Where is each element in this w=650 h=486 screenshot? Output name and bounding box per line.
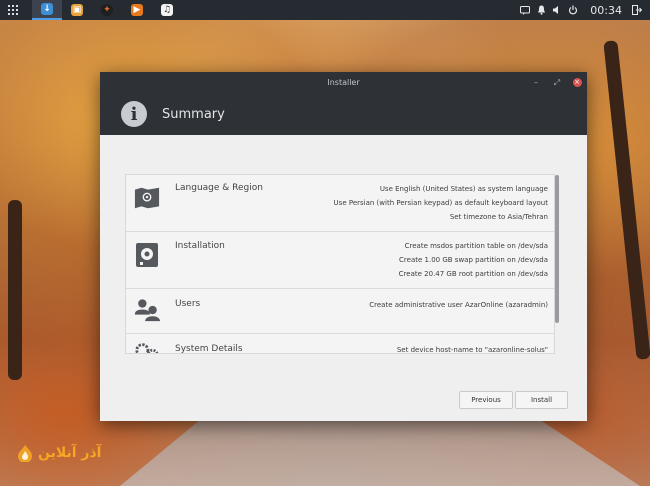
app-menu-button[interactable] — [0, 0, 26, 20]
summary-row-system-details: System Details Set device host-name to "… — [126, 334, 554, 354]
task-installer[interactable]: ↓ — [32, 0, 62, 20]
summary-row-users: Users Create administrative user AzarOnl… — [126, 289, 554, 334]
notification-icon[interactable] — [520, 5, 531, 15]
window-title: Installer — [327, 78, 360, 87]
close-icon: × — [572, 78, 582, 87]
maximize-icon[interactable]: ⤢ — [552, 72, 562, 93]
close-button[interactable]: × — [572, 72, 582, 93]
summary-row-language-region: Language & Region Use English (United St… — [126, 175, 554, 232]
logout-icon[interactable] — [632, 5, 642, 15]
detail-line: Create administrative user AzarOnline (a… — [369, 301, 548, 309]
previous-button[interactable]: Previous — [459, 391, 513, 409]
users-icon — [134, 297, 160, 323]
task-music[interactable]: ♫ — [152, 0, 182, 20]
page-header: i Summary — [100, 93, 587, 135]
installer-window: Installer – ⤢ × i Summary Language & Reg… — [100, 72, 587, 421]
task-browser[interactable]: ✦ — [92, 0, 122, 20]
info-icon: i — [121, 101, 147, 127]
detail-line: Use Persian (with Persian keypad) as def… — [333, 199, 548, 207]
disk-icon — [134, 242, 160, 268]
detail-line: Create 20.47 GB root partition on /dev/s… — [398, 270, 548, 278]
detail-line: Use English (United States) as system la… — [379, 185, 548, 193]
row-details: Set device host-name to "azaronline-solu… — [396, 343, 548, 354]
grid-menu-icon — [8, 5, 18, 15]
system-tray: 00:34 — [520, 4, 650, 17]
gears-icon — [134, 340, 160, 353]
download-icon: ↓ — [41, 3, 53, 15]
task-media-player[interactable]: ▶ — [122, 0, 152, 20]
row-label: Installation — [175, 241, 225, 251]
detail-line: Set device host-name to "azaronline-solu… — [396, 346, 548, 354]
summary-row-installation: Installation Create msdos partition tabl… — [126, 232, 554, 289]
tree-trunk-right — [603, 40, 650, 360]
install-button[interactable]: Install — [515, 391, 568, 409]
volume-icon[interactable] — [552, 5, 562, 15]
panel-clock[interactable]: 00:34 — [590, 4, 622, 17]
page-title: Summary — [162, 106, 225, 122]
watermark-text: آذر آنلاین — [38, 445, 102, 461]
row-label: Users — [175, 299, 201, 309]
window-titlebar[interactable]: Installer – ⤢ × — [100, 72, 587, 93]
power-icon[interactable] — [568, 5, 578, 15]
row-details: Create msdos partition table on /dev/sda… — [399, 239, 548, 281]
row-label: Language & Region — [175, 183, 263, 193]
bell-icon[interactable] — [536, 5, 546, 15]
top-panel: ↓ ▣ ✦ ▶ ♫ 00:34 — [0, 0, 650, 20]
row-details: Use English (United States) as system la… — [334, 182, 548, 224]
map-icon — [134, 185, 160, 211]
minimize-icon[interactable]: – — [531, 72, 541, 93]
files-icon: ▣ — [71, 4, 83, 16]
watermark-logo: آذر آنلاین — [16, 438, 108, 468]
list-scrollbar[interactable] — [555, 175, 559, 323]
row-details: Create administrative user AzarOnline (a… — [369, 298, 548, 312]
row-label: System Details — [175, 344, 243, 354]
summary-list[interactable]: Language & Region Use English (United St… — [125, 174, 555, 354]
task-files[interactable]: ▣ — [62, 0, 92, 20]
tree-trunk-left — [8, 200, 22, 380]
detail-line: Set timezone to Asia/Tehran — [449, 213, 548, 221]
detail-line: Create msdos partition table on /dev/sda — [404, 242, 548, 250]
detail-line: Create 1.00 GB swap partition on /dev/sd… — [399, 256, 548, 264]
browser-icon: ✦ — [101, 4, 113, 16]
music-icon: ♫ — [161, 4, 173, 16]
task-list: ↓ ▣ ✦ ▶ ♫ — [32, 0, 182, 20]
watermark-flame-icon — [18, 445, 32, 462]
media-player-icon: ▶ — [131, 4, 143, 16]
